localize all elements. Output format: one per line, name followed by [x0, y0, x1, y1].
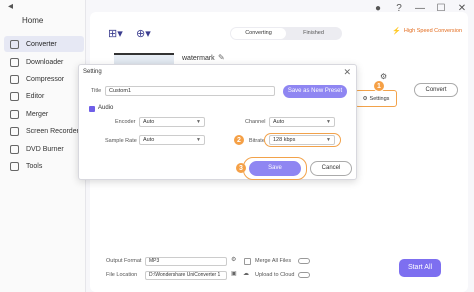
- chevron-down-icon: ▼: [326, 119, 331, 125]
- sample-rate-label: Sample Rate: [105, 138, 137, 144]
- bolt-icon: ⚡: [392, 28, 401, 35]
- upload-toggle[interactable]: [298, 272, 310, 278]
- high-speed-toggle[interactable]: ⚡ High Speed Conversion: [392, 27, 462, 35]
- chevron-down-icon: ▼: [196, 137, 201, 143]
- cloud-icon: ☁: [243, 271, 249, 277]
- folder-icon[interactable]: ▣: [231, 270, 237, 277]
- file-location-label: File Location: [106, 272, 138, 278]
- settings-dialog: Setting ✕ Title Custom1 Save as New Pres…: [78, 64, 357, 180]
- downloader-icon: [10, 57, 19, 67]
- window-controls: ● ? — ☐ ✕: [372, 3, 468, 15]
- channel-label: Channel: [245, 119, 266, 125]
- maximize-button[interactable]: ☐: [435, 3, 447, 15]
- file-location-field[interactable]: D:\Wondershare UniConverter 1: [145, 271, 227, 280]
- sidebar-item-screen-recorder[interactable]: Screen Recorder: [4, 123, 84, 139]
- output-format-label: Output Format: [106, 258, 142, 264]
- merge-checkbox[interactable]: [244, 258, 251, 265]
- sidebar-item-dvd-burner[interactable]: DVD Burner: [4, 141, 84, 157]
- sidebar: ◂ Home Converter Downloader Compressor E…: [0, 0, 86, 292]
- settings-gear-icon: ⚙: [362, 95, 368, 102]
- audio-checkbox[interactable]: [89, 106, 95, 112]
- tools-icon: [10, 161, 19, 171]
- screen-recorder-icon: [10, 126, 19, 136]
- save-button[interactable]: Save: [249, 161, 301, 176]
- title-label: Title: [91, 88, 102, 94]
- tab-finished[interactable]: Finished: [286, 28, 341, 39]
- chevron-down-icon: ▼: [196, 119, 201, 125]
- sidebar-item-merger[interactable]: Merger: [4, 106, 84, 122]
- sidebar-item-converter[interactable]: Converter: [4, 36, 84, 52]
- output-format-select[interactable]: MP3: [145, 257, 227, 266]
- encoder-select[interactable]: Auto ▼: [139, 117, 205, 127]
- dialog-close-icon[interactable]: ✕: [343, 67, 351, 78]
- encoder-label: Encoder: [115, 119, 136, 125]
- settings-button[interactable]: ⚙ Settings: [355, 90, 397, 107]
- merge-toggle[interactable]: [298, 258, 310, 264]
- callout-badge-2: 2: [233, 134, 245, 146]
- start-all-button[interactable]: Start All: [399, 259, 441, 277]
- audio-section-label: Audio: [98, 105, 114, 111]
- convert-button[interactable]: Convert: [414, 83, 458, 97]
- sidebar-item-editor[interactable]: Editor: [4, 88, 84, 104]
- save-as-new-preset-button[interactable]: Save as New Preset: [283, 85, 347, 98]
- edit-icon[interactable]: ✎: [218, 53, 225, 62]
- merger-icon: [10, 109, 19, 119]
- tab-converting[interactable]: Converting: [231, 28, 286, 39]
- add-more-icon[interactable]: ⊕▾: [136, 27, 151, 40]
- output-settings-icon[interactable]: ⚙: [231, 256, 236, 263]
- status-tabs: Converting Finished: [230, 27, 342, 40]
- chevron-down-icon: ▼: [326, 137, 331, 143]
- editor-icon: [10, 91, 19, 101]
- user-icon[interactable]: ●: [372, 3, 384, 15]
- sidebar-item-compressor[interactable]: Compressor: [4, 71, 84, 87]
- dvd-icon: [10, 144, 19, 154]
- close-button[interactable]: ✕: [456, 3, 468, 15]
- file-name: watermark: [182, 55, 215, 62]
- bitrate-label: Bitrate: [249, 138, 265, 144]
- channel-select[interactable]: Auto ▼: [269, 117, 335, 127]
- add-file-icon[interactable]: ⊞▾: [108, 27, 123, 40]
- callout-badge-1: 1: [373, 80, 385, 92]
- help-icon[interactable]: ?: [393, 3, 405, 15]
- sidebar-item-tools[interactable]: Tools: [4, 158, 84, 174]
- minimize-button[interactable]: —: [414, 3, 426, 15]
- cancel-button[interactable]: Cancel: [310, 161, 352, 176]
- sidebar-item-downloader[interactable]: Downloader: [4, 54, 84, 70]
- converter-icon: [10, 39, 19, 49]
- upload-label: Upload to Cloud: [255, 272, 295, 278]
- compressor-icon: [10, 74, 19, 84]
- dialog-title: Setting: [83, 69, 102, 75]
- sample-rate-select[interactable]: Auto ▼: [139, 135, 205, 145]
- merge-label: Merge All Files: [255, 258, 292, 264]
- home-link[interactable]: Home: [22, 16, 43, 25]
- title-input[interactable]: Custom1: [105, 86, 275, 96]
- back-icon[interactable]: ◂: [8, 1, 13, 12]
- bitrate-select[interactable]: 128 kbps ▼: [269, 135, 335, 145]
